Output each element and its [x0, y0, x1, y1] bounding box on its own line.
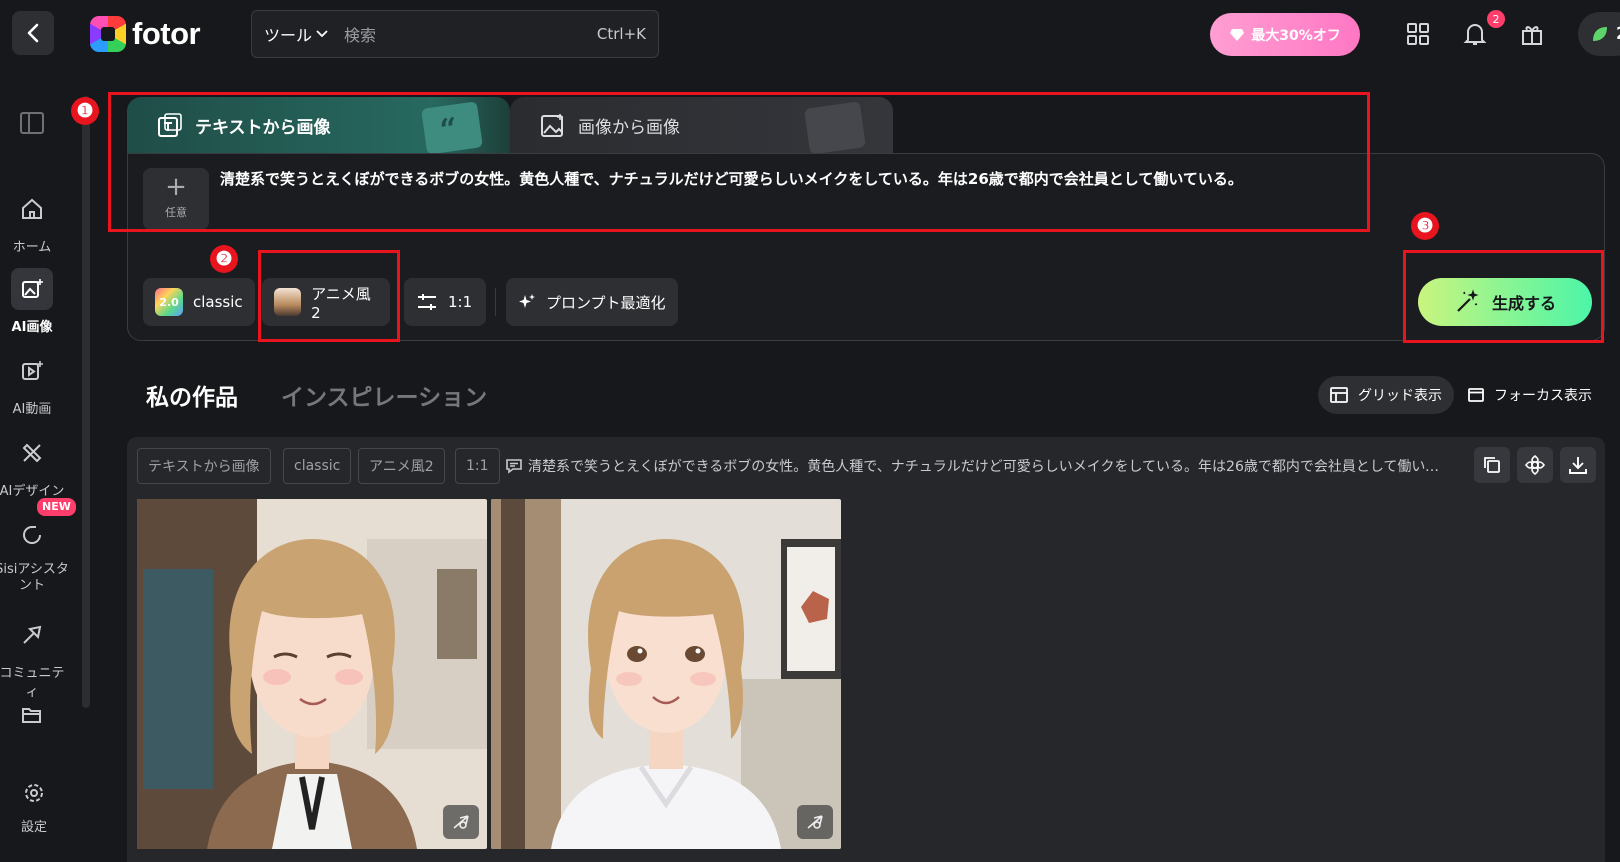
- annotation-box-style: [258, 250, 400, 342]
- flower-icon: [1524, 454, 1546, 476]
- leaf-icon: [1593, 27, 1607, 41]
- fotor-logo-mark: [90, 16, 126, 52]
- chevron-down-icon: [316, 30, 328, 38]
- sidebar-item-community[interactable]: コミュニティ: [0, 614, 70, 700]
- bell-icon: [1463, 24, 1487, 45]
- sidebar-item-label: Sisiアシスタント: [0, 562, 69, 593]
- credits-count: 2: [1616, 24, 1620, 44]
- panel-toggle-icon[interactable]: [20, 112, 44, 134]
- sidebar-item-sisi-assistant[interactable]: NEW Sisiアシスタント: [0, 498, 76, 594]
- focus-view-button[interactable]: フォーカス表示: [1456, 376, 1604, 414]
- sparkle-icon: [519, 294, 535, 308]
- logo-text: fotor: [132, 16, 201, 51]
- focus-view-icon: [1468, 388, 1484, 402]
- chevron-left-icon: [27, 23, 39, 43]
- sidebar-item-folder[interactable]: [0, 694, 64, 742]
- fotor-logo[interactable]: fotor: [90, 16, 201, 52]
- generated-image-2[interactable]: [491, 499, 841, 849]
- chip-divider: [495, 288, 496, 316]
- annotation-marker-1: ❶: [71, 97, 99, 125]
- ai-image-icon: [11, 268, 53, 310]
- sidebar-scrollbar[interactable]: [82, 96, 90, 708]
- share-icon: [807, 815, 823, 829]
- new-badge: NEW: [37, 498, 76, 516]
- tag-ratio: 1:1: [455, 448, 500, 484]
- ai-video-icon: [11, 350, 53, 392]
- chip-label: プロンプト最適化: [546, 293, 666, 312]
- sidebar-item-ai-video[interactable]: AI動画: [0, 350, 64, 417]
- anime-portrait-image: [137, 499, 487, 849]
- credits-button[interactable]: 2: [1578, 12, 1620, 56]
- sidebar-item-label: ホーム: [12, 240, 52, 255]
- sidebar-item-label: 設定: [20, 820, 47, 835]
- tab-my-works[interactable]: 私の作品: [146, 378, 238, 412]
- share-icon: [453, 815, 469, 829]
- promo-label: 最大30%オフ: [1251, 27, 1341, 44]
- annotation-box-generate: [1403, 250, 1604, 343]
- annotation-marker-3: ❸: [1411, 212, 1439, 240]
- sliders-icon: [418, 294, 436, 310]
- community-icon: [11, 614, 53, 656]
- generated-image-1[interactable]: [137, 499, 487, 849]
- chip-label: 1:1: [448, 293, 473, 311]
- sidebar-item-settings[interactable]: 設定: [2, 776, 66, 835]
- sidebar-item-home[interactable]: ホーム: [0, 188, 64, 255]
- apps-grid-button[interactable]: [1404, 20, 1432, 48]
- sidebar-item-label: AI画像: [11, 320, 53, 335]
- promo-button[interactable]: 最大30%オフ: [1210, 13, 1360, 56]
- sidebar-item-label: AIデザイン: [0, 484, 65, 499]
- tools-dropdown-label: ツール: [264, 26, 313, 45]
- notifications-button[interactable]: [1461, 20, 1489, 48]
- gift-icon: [1522, 26, 1542, 45]
- work-prompt-text: 清楚系で笑うとえくぼができるボブの女性。黄色人種で、ナチュラルだけど可愛らしいメ…: [528, 459, 1453, 475]
- notification-count-badge: 2: [1487, 10, 1505, 28]
- image-share-button[interactable]: [443, 805, 479, 839]
- diamond-icon: [1230, 28, 1245, 41]
- home-icon: [11, 188, 53, 230]
- settings-gear-icon: [13, 776, 55, 810]
- search-bar[interactable]: ツール 検索 Ctrl+K: [251, 10, 659, 58]
- regenerate-button[interactable]: [1517, 447, 1553, 483]
- tab-inspiration[interactable]: インスピレーション: [281, 378, 487, 412]
- sidebar-item-label: AI動画: [12, 402, 52, 417]
- anime-portrait-image: [491, 499, 841, 849]
- grid-view-button[interactable]: グリッド表示: [1318, 376, 1454, 414]
- sidebar-item-ai-image[interactable]: AI画像: [0, 268, 64, 335]
- download-icon: [1569, 457, 1587, 474]
- grid-view-icon: [1330, 387, 1348, 403]
- prompt-text-icon: [506, 459, 522, 474]
- image-share-button[interactable]: [797, 805, 833, 839]
- aspect-ratio-chip[interactable]: 1:1: [404, 278, 486, 326]
- tools-dropdown[interactable]: ツール: [264, 22, 328, 46]
- prompt-optimize-chip[interactable]: プロンプト最適化: [506, 278, 678, 326]
- ai-design-icon: [11, 432, 53, 474]
- tag-style: アニメ風2: [358, 448, 445, 484]
- copy-icon: [1484, 457, 1500, 473]
- gift-button[interactable]: [1518, 20, 1546, 48]
- top-header: fotor ツール 検索 Ctrl+K 最大30%オフ 2 2: [0, 0, 1620, 68]
- annotation-marker-2: ❷: [210, 245, 238, 273]
- copy-button[interactable]: [1474, 447, 1510, 483]
- tag-mode: テキストから画像: [137, 448, 271, 484]
- search-shortcut: Ctrl+K: [596, 25, 646, 43]
- search-input[interactable]: 検索: [344, 22, 597, 46]
- model-thumbnail: 2.0: [155, 288, 183, 316]
- model-classic-chip[interactable]: 2.0 classic: [143, 278, 255, 326]
- annotation-box-prompt: [108, 92, 1370, 232]
- download-button[interactable]: [1560, 447, 1596, 483]
- apps-grid-icon: [1407, 23, 1429, 45]
- sidebar-item-ai-design[interactable]: AIデザイン: [0, 432, 70, 499]
- back-button[interactable]: [12, 11, 54, 55]
- tag-model: classic: [283, 448, 352, 484]
- view-label: フォーカス表示: [1494, 388, 1592, 404]
- assistant-icon: NEW: [11, 498, 76, 556]
- view-label: グリッド表示: [1358, 388, 1442, 404]
- folder-icon: [11, 694, 53, 736]
- chip-label: classic: [193, 293, 243, 311]
